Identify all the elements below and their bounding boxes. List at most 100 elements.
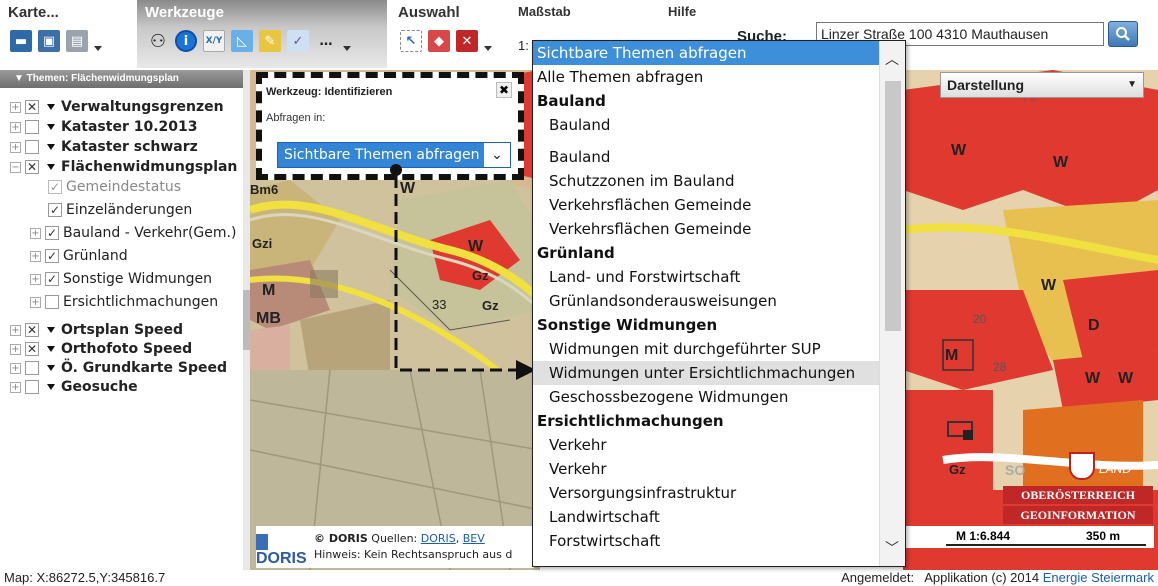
expand-icon[interactable]: + — [10, 101, 21, 113]
chevron-down-icon[interactable] — [47, 327, 55, 333]
dropdown-option[interactable]: Bauland — [533, 113, 905, 137]
chevron-down-icon[interactable]: ▼ — [1127, 73, 1137, 97]
layer-item-kataster-schwarz[interactable]: + Kataster schwarz — [10, 137, 198, 157]
checkbox[interactable]: ✓ — [48, 180, 62, 194]
dropdown-option[interactable]: Land- und Forstwirtschaft — [533, 265, 905, 289]
chevron-down-icon[interactable] — [484, 45, 492, 51]
layer-item-flaechenwidmungsplan[interactable]: − ✕ Flächenwidmungsplan — [10, 157, 237, 177]
checkbox[interactable]: ✓ — [45, 272, 59, 286]
expand-icon[interactable]: + — [10, 324, 21, 336]
checkbox[interactable]: ✓ — [48, 203, 62, 217]
dropdown-option[interactable]: Versorgungsinfrastruktur — [533, 481, 905, 505]
scale-input[interactable]: 1: — [518, 38, 529, 53]
select-polygon-icon[interactable]: ◆ — [428, 30, 450, 52]
dropdown-option[interactable]: Landwirtschaft — [533, 505, 905, 529]
layer-item-ortsplan[interactable]: + ✕ Ortsplan Speed — [10, 320, 183, 340]
nav-arrow-icon[interactable] — [256, 534, 268, 550]
layer-item-sonstige-widmungen[interactable]: + ✓ Sonstige Widmungen — [30, 269, 212, 289]
layer-item-geosuche[interactable]: + Geosuche — [10, 377, 138, 397]
map-right-area[interactable]: W W W D M W W Gz SO 28 20 FZ LAND OBERÖS… — [903, 70, 1158, 570]
chevron-down-icon[interactable] — [47, 346, 55, 352]
dropdown-option[interactable]: Bauland — [533, 145, 905, 169]
chevron-down-icon[interactable] — [343, 45, 351, 51]
measure-icon[interactable]: ◺ — [231, 30, 253, 52]
layer-item-ersichtlichmachungen[interactable]: + Ersichtlichmachungen — [30, 292, 218, 312]
print-icon[interactable]: ▤ — [66, 30, 88, 52]
checkbox[interactable] — [25, 140, 39, 154]
chevron-down-icon[interactable] — [94, 45, 102, 51]
save-icon[interactable]: ▣ — [38, 30, 60, 52]
layer-item-gemeindestatus[interactable]: ✓ Gemeindestatus — [48, 177, 181, 197]
expand-icon[interactable]: + — [30, 227, 41, 239]
expand-icon[interactable]: + — [10, 121, 21, 133]
dropdown-option-hover[interactable]: Widmungen unter Ersichtlichmachungen — [533, 361, 905, 385]
xy-coordinate-icon[interactable]: X/Y — [203, 30, 225, 52]
expand-icon[interactable]: + — [10, 141, 21, 153]
draw-icon[interactable]: ✎ — [259, 30, 281, 52]
chevron-down-icon[interactable]: ﹀ — [885, 538, 899, 558]
karte-menu[interactable]: Karte... — [8, 4, 59, 21]
checkbox[interactable]: ✓ — [45, 249, 59, 263]
checkbox[interactable] — [25, 361, 39, 375]
expand-icon[interactable]: + — [30, 250, 41, 262]
energie-link[interactable]: Energie Steiermark — [1043, 570, 1154, 585]
checkbox[interactable]: ✓ — [45, 226, 59, 240]
checkbox[interactable]: ✕ — [25, 100, 39, 114]
dropdown-option[interactable]: Forstwirtschaft — [533, 529, 905, 553]
chevron-down-icon[interactable] — [47, 365, 55, 371]
dropdown-option[interactable]: Geschossbezogene Widmungen — [533, 385, 905, 409]
dropdown-option[interactable]: Widmungen mit durchgeführter SUP — [533, 337, 905, 361]
darstellung-select[interactable]: Darstellung ▼ — [940, 72, 1144, 98]
binoculars-icon[interactable]: ⚇ — [147, 30, 169, 52]
layer-item-gruenland[interactable]: + ✓ Grünland — [30, 246, 128, 266]
checkbox[interactable] — [45, 295, 59, 309]
chevron-up-icon[interactable]: ︿ — [885, 49, 899, 69]
checkbox[interactable] — [25, 120, 39, 134]
checkbox[interactable]: ✕ — [25, 342, 39, 356]
credit-link-doris[interactable]: DORIS — [421, 532, 456, 545]
dropdown-option-selected[interactable]: Sichtbare Themen abfragen — [533, 41, 905, 65]
layer-panel-header[interactable]: ▼ Themen: Flächenwidmungsplan — [0, 70, 243, 88]
search-button[interactable] — [1108, 21, 1138, 47]
layer-item-kataster[interactable]: + Kataster 10.2013 — [10, 117, 198, 137]
checkbox[interactable] — [25, 380, 39, 394]
info-icon[interactable]: i — [175, 30, 197, 52]
dropdown-option[interactable]: Verkehr — [533, 433, 905, 457]
dropdown-option[interactable]: Verkehr — [533, 457, 905, 481]
expand-icon[interactable]: + — [30, 296, 41, 308]
werkzeuge-menu[interactable]: Werkzeuge — [145, 4, 224, 21]
layer-item-bauland[interactable]: + ✓ Bauland - Verkehr(Gem.) — [30, 223, 236, 243]
credit-link-bev[interactable]: BEV — [463, 532, 485, 545]
collapse-icon[interactable]: − — [10, 161, 21, 173]
chevron-down-icon[interactable] — [47, 124, 55, 130]
chevron-down-icon[interactable] — [47, 164, 55, 170]
hilfe-menu[interactable]: Hilfe — [668, 4, 696, 19]
layer-item-einzelaenderungen[interactable]: ✓ Einzeländerungen — [48, 200, 192, 220]
expand-icon[interactable]: + — [10, 381, 21, 393]
checkbox[interactable]: ✕ — [25, 323, 39, 337]
close-button[interactable]: ✖ — [496, 82, 512, 98]
dropdown-scrollbar[interactable]: ︿ ﹀ — [879, 41, 905, 566]
expand-icon[interactable]: + — [10, 343, 21, 355]
edit-icon[interactable]: ✓ — [287, 30, 309, 52]
chevron-down-icon[interactable] — [47, 384, 55, 390]
layer-item-verwaltungsgrenzen[interactable]: + ✕ Verwaltungsgrenzen — [10, 97, 224, 117]
select-rectangle-icon[interactable]: ↖ — [400, 30, 422, 52]
layer-item-grundkarte[interactable]: + Ö. Grundkarte Speed — [10, 358, 227, 378]
dropdown-option[interactable]: Schutzzonen im Bauland — [533, 169, 905, 193]
chevron-down-icon[interactable] — [47, 144, 55, 150]
expand-icon[interactable]: + — [10, 362, 21, 374]
checkbox[interactable]: ✕ — [25, 160, 39, 174]
dropdown-option[interactable]: Verkehrsflächen Gemeinde — [533, 217, 905, 241]
layer-item-orthofoto[interactable]: + ✕ Orthofoto Speed — [10, 339, 192, 359]
more-icon[interactable]: … — [315, 30, 337, 52]
scrollbar-thumb[interactable] — [885, 81, 901, 331]
clear-selection-icon[interactable]: ✕ — [456, 30, 478, 52]
chevron-down-icon[interactable] — [47, 104, 55, 110]
auswahl-menu[interactable]: Auswahl — [398, 4, 460, 21]
dropdown-option[interactable]: Alle Themen abfragen — [533, 65, 905, 89]
folder-icon[interactable]: ▬ — [10, 30, 32, 52]
dropdown-option[interactable]: Grünlandsonderausweisungen — [533, 289, 905, 313]
dropdown-option[interactable]: Verkehrsflächen Gemeinde — [533, 193, 905, 217]
query-dropdown-list[interactable]: Sichtbare Themen abfragen Alle Themen ab… — [532, 40, 906, 567]
